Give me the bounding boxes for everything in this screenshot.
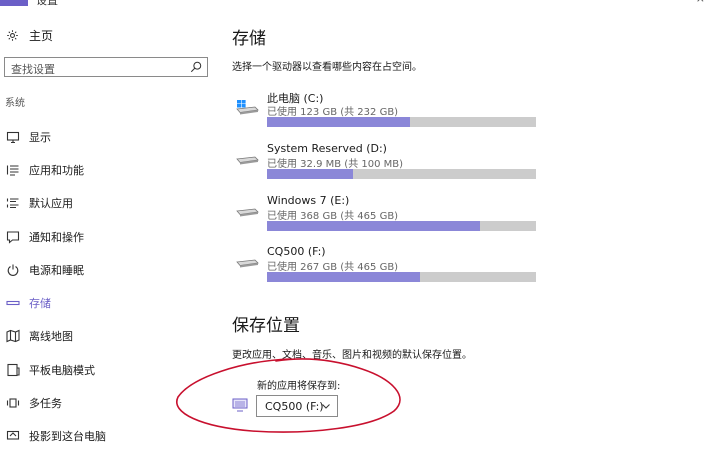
tablet-icon <box>7 363 20 376</box>
monitor-icon <box>6 131 20 143</box>
storage-icon <box>6 301 20 306</box>
sidebar-item-project[interactable]: 投影到这台电脑 <box>0 420 212 453</box>
sidebar-item-offline-maps[interactable]: 离线地图 <box>0 320 212 353</box>
search-box[interactable] <box>4 57 208 79</box>
windows-drive-icon <box>236 100 259 115</box>
sidebar-item-label: 存储 <box>29 297 51 311</box>
usage-bar <box>267 221 536 231</box>
sidebar-item-label: 应用和功能 <box>29 163 84 177</box>
usage-bar <box>267 169 536 179</box>
monitor-icon <box>232 398 248 412</box>
drive-usage: 已使用 32.9 MB (共 100 MB) <box>267 159 404 170</box>
sidebar-item-display[interactable]: 显示 <box>0 120 212 153</box>
sidebar: 主页 系统 显示 应用和功能 默认应用 通知和操作 电源和睡眠 <box>0 0 218 443</box>
new-apps-label: 新的应用将保存到: <box>257 381 341 392</box>
sidebar-item-label: 电源和睡眠 <box>29 263 84 277</box>
drive-name: System Reserved (D:) <box>267 142 387 155</box>
drive-item[interactable]: System Reserved (D:) 已使用 32.9 MB (共 100 … <box>232 142 542 184</box>
sidebar-item-default-apps[interactable]: 默认应用 <box>0 187 212 220</box>
sidebar-item-label: 默认应用 <box>29 197 73 211</box>
default-apps-icon <box>6 198 19 209</box>
chevron-down-icon <box>322 404 330 409</box>
gear-icon <box>7 29 18 41</box>
drive-usage: 已使用 123 GB (共 232 GB) <box>267 107 399 118</box>
sidebar-item-tablet-mode[interactable]: 平板电脑模式 <box>0 353 212 386</box>
search-input[interactable] <box>5 60 181 79</box>
multitask-icon <box>6 398 20 408</box>
usage-bar-fill <box>267 169 354 179</box>
sidebar-item-notifications[interactable]: 通知和操作 <box>0 220 212 253</box>
project-icon <box>6 431 20 440</box>
drive-icon <box>236 208 259 217</box>
home-nav-item[interactable]: 主页 <box>6 26 53 44</box>
drive-name: Windows 7 (E:) <box>267 194 350 207</box>
drive-name: CQ500 (F:) <box>267 245 326 258</box>
sidebar-item-label: 通知和操作 <box>29 230 84 244</box>
drive-item[interactable]: CQ500 (F:) 已使用 267 GB (共 465 GB) <box>232 245 542 287</box>
sidebar-item-multitasking[interactable]: 多任务 <box>0 386 212 419</box>
selected-value: CQ500 (F:) <box>265 399 324 413</box>
drive-item[interactable]: Windows 7 (E:) 已使用 368 GB (共 465 GB) <box>232 194 542 236</box>
drive-usage: 已使用 368 GB (共 465 GB) <box>267 211 399 222</box>
save-locations-description: 更改应用、文档、音乐、图片和视频的默认保存位置。 <box>232 350 472 361</box>
usage-bar <box>267 117 536 127</box>
home-label: 主页 <box>29 28 54 43</box>
sidebar-nav: 显示 应用和功能 默认应用 通知和操作 电源和睡眠 存储 离线地图 平板电脑模式… <box>0 120 212 453</box>
storage-description: 选择一个驱动器以查看哪些内容在占空间。 <box>232 62 422 73</box>
sidebar-item-storage[interactable]: 存储 <box>0 286 212 319</box>
new-apps-location-select[interactable]: CQ500 (F:) <box>256 395 338 417</box>
notification-icon <box>6 230 20 244</box>
sidebar-item-label: 投影到这台电脑 <box>29 430 106 444</box>
usage-bar-fill <box>267 117 410 127</box>
usage-bar-fill <box>267 221 480 231</box>
sidebar-item-label: 显示 <box>29 130 51 144</box>
drive-icon <box>236 156 259 165</box>
drive-icon <box>236 259 259 268</box>
list-icon <box>6 165 19 176</box>
close-icon[interactable]: × <box>696 0 705 5</box>
search-icon[interactable] <box>190 61 202 73</box>
sidebar-item-label: 平板电脑模式 <box>29 363 95 377</box>
sidebar-item-apps[interactable]: 应用和功能 <box>0 153 212 186</box>
sidebar-item-label: 离线地图 <box>29 330 73 344</box>
page-title: 存储 <box>232 29 266 49</box>
sidebar-item-power[interactable]: 电源和睡眠 <box>0 253 212 286</box>
drive-item[interactable]: 此电脑 (C:) 已使用 123 GB (共 232 GB) <box>232 90 542 132</box>
drive-usage: 已使用 267 GB (共 465 GB) <box>267 262 399 273</box>
save-locations-title: 保存位置 <box>232 316 300 336</box>
sidebar-item-label: 多任务 <box>29 397 62 411</box>
power-icon <box>7 264 19 276</box>
section-label: 系统 <box>5 98 25 109</box>
usage-bar <box>267 272 536 282</box>
usage-bar-fill <box>267 272 421 282</box>
map-icon <box>6 330 20 343</box>
